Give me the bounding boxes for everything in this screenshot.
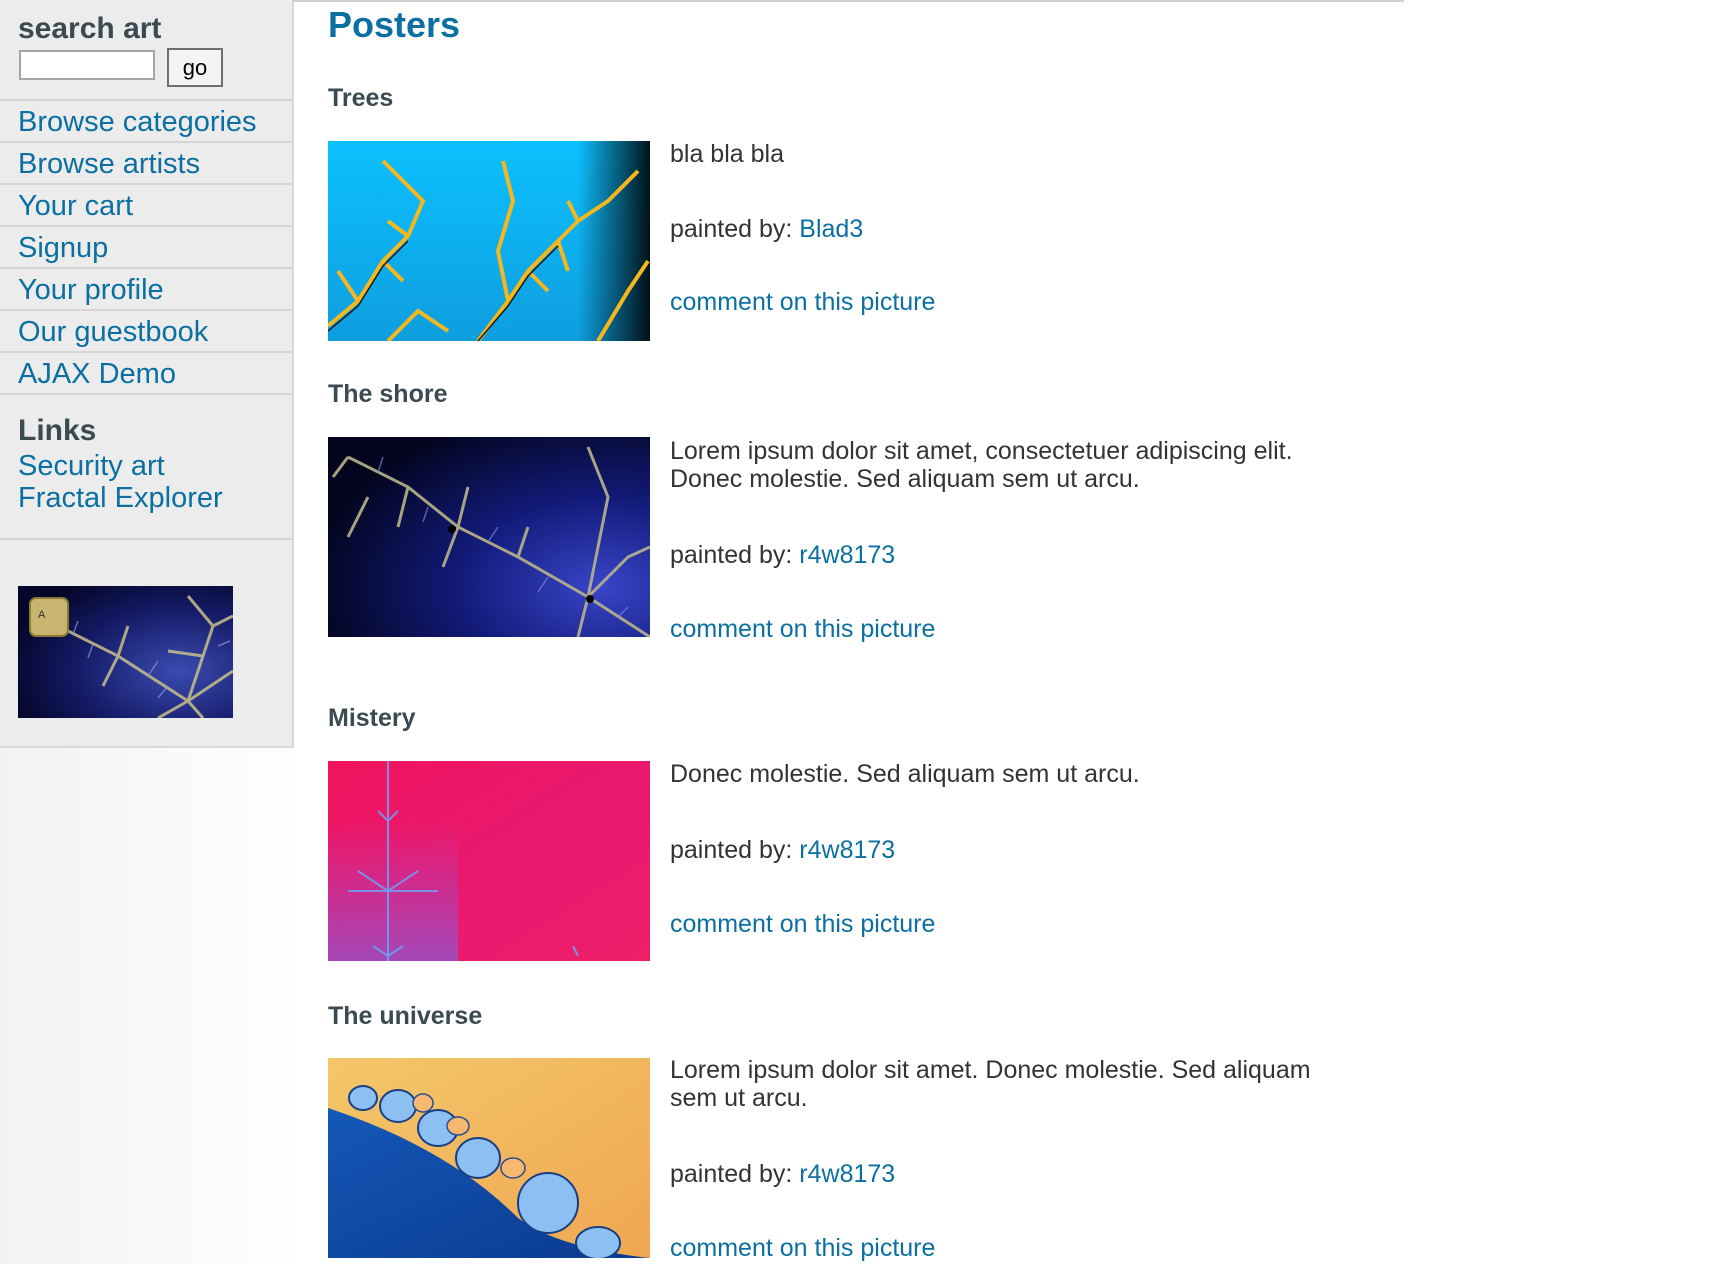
nav-our-guestbook[interactable]: Our guestbook: [0, 309, 292, 351]
poster-description: Donec molestie. Sed aliquam sem ut arcu.: [670, 760, 1140, 788]
sidebar-nav: Browse categories Browse artists Your ca…: [0, 99, 292, 395]
artist-link[interactable]: r4w8173: [799, 836, 895, 864]
comment-link[interactable]: comment on this picture: [670, 288, 935, 317]
poster-image[interactable]: [328, 437, 650, 637]
artist-link[interactable]: r4w8173: [799, 1160, 895, 1188]
links-heading: Links: [18, 414, 97, 447]
sidebar-divider: [0, 538, 292, 540]
poster-title: The universe: [328, 1002, 483, 1030]
painted-by: painted by: r4w8173: [670, 1160, 895, 1189]
search-input[interactable]: [19, 50, 155, 80]
link-fractal-explorer[interactable]: Fractal Explorer: [18, 482, 223, 515]
top-rule: [292, 0, 1404, 2]
nav-your-cart[interactable]: Your cart: [0, 183, 292, 225]
search-title: search art: [18, 12, 162, 45]
painted-by: painted by: Blad3: [670, 215, 863, 244]
painted-by-label: painted by:: [670, 541, 793, 569]
comment-link[interactable]: comment on this picture: [670, 1234, 935, 1263]
nav-your-profile[interactable]: Your profile: [0, 267, 292, 309]
poster-title: The shore: [328, 380, 448, 408]
artist-link[interactable]: r4w8173: [799, 541, 895, 569]
poster-title: Mistery: [328, 704, 416, 732]
nav-browse-categories[interactable]: Browse categories: [0, 99, 292, 141]
ad-badge: [29, 597, 69, 637]
poster-image[interactable]: [328, 761, 650, 961]
artist-link[interactable]: Blad3: [799, 215, 863, 243]
painted-by-label: painted by:: [670, 836, 793, 864]
ad-badge-letter: A: [38, 609, 46, 621]
painted-by: painted by: r4w8173: [670, 836, 895, 865]
painted-by: painted by: r4w8173: [670, 541, 895, 570]
page-title: Posters: [328, 4, 461, 45]
search-go-button[interactable]: go: [167, 48, 223, 87]
painted-by-label: painted by:: [670, 1160, 793, 1188]
poster-description: Lorem ipsum dolor sit amet. Donec molest…: [670, 1056, 1311, 1112]
poster-image[interactable]: [328, 1058, 650, 1258]
poster-description: Lorem ipsum dolor sit amet, consectetuer…: [670, 437, 1293, 493]
comment-link[interactable]: comment on this picture: [670, 615, 935, 644]
link-security-art[interactable]: Security art: [18, 450, 165, 483]
nav-signup[interactable]: Signup: [0, 225, 292, 267]
sidebar-fade: [0, 744, 300, 1264]
sidebar-ad-image[interactable]: A: [18, 586, 233, 718]
nav-ajax-demo[interactable]: AJAX Demo: [0, 351, 292, 395]
sidebar: search art go Browse categories Browse a…: [0, 0, 294, 748]
poster-description: bla bla bla: [670, 140, 784, 168]
painted-by-label: painted by:: [670, 215, 793, 243]
nav-browse-artists[interactable]: Browse artists: [0, 141, 292, 183]
comment-link[interactable]: comment on this picture: [670, 910, 935, 939]
poster-title: Trees: [328, 84, 394, 112]
poster-image[interactable]: [328, 141, 650, 341]
